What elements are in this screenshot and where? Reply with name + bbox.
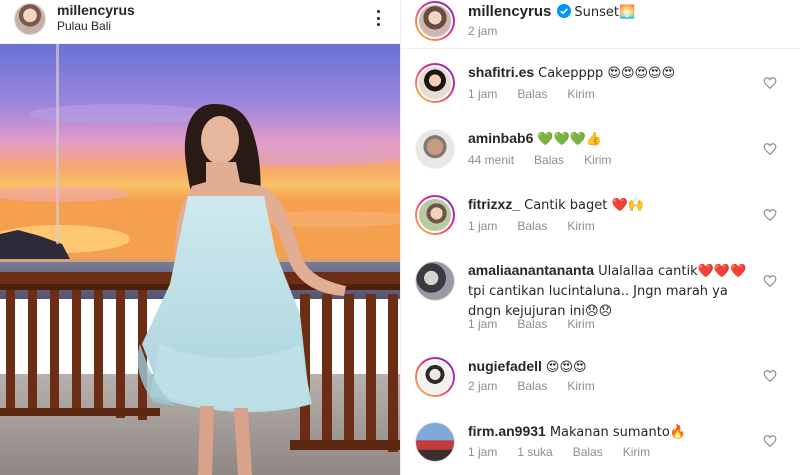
send-button[interactable]: Kirim <box>567 379 594 393</box>
comment-text: fitrizxz_ Cantik baget ❤️🙌 <box>468 195 758 215</box>
post-location[interactable]: Pulau Bali <box>57 19 111 33</box>
comment-username[interactable]: amaliaanantananta <box>468 262 594 278</box>
comment-text: aminbab6 💚💚💚👍 <box>468 129 758 149</box>
comment-avatar[interactable] <box>415 357 455 397</box>
comment-body: 😍😍😍 <box>545 360 587 375</box>
comment-username[interactable]: fitrizxz_ <box>468 196 520 212</box>
comment-body: 💚💚💚👍 <box>537 132 603 147</box>
reply-button[interactable]: Balas <box>517 87 547 101</box>
reply-button[interactable]: Balas <box>517 219 547 233</box>
comment-time: 1 jam <box>468 219 498 233</box>
heart-icon[interactable] <box>763 76 777 90</box>
more-options-icon[interactable] <box>370 8 386 28</box>
send-button[interactable]: Kirim <box>623 445 650 459</box>
post-photo[interactable] <box>0 44 400 475</box>
comment-time: 1 jam <box>468 445 498 459</box>
comment-username[interactable]: shafitri.es <box>468 64 534 80</box>
reply-button[interactable]: Balas <box>517 379 547 393</box>
post-panel: millencyrus Pulau Bali <box>0 0 400 475</box>
send-button[interactable]: Kirim <box>584 153 611 167</box>
author-avatar[interactable] <box>14 3 46 35</box>
caption-text: millencyrus Sunset🌅 <box>468 2 758 22</box>
comment-time: 1 jam <box>468 317 498 331</box>
comment-body: Cantik baget ❤️🙌 <box>524 198 644 213</box>
comment-avatar[interactable] <box>415 195 455 235</box>
comment-text: firm.an9931 Makanan sumanto🔥 <box>468 422 758 442</box>
comment-text: shafitri.es Cakepppp 😍😍😍😍😍 <box>468 63 758 83</box>
comment-username[interactable]: firm.an9931 <box>468 423 546 439</box>
comment-time: 44 menit <box>468 153 515 167</box>
caption-meta: 2 jam <box>468 24 517 38</box>
caption-divider <box>401 48 800 49</box>
comments-panel: millencyrus Sunset🌅 2 jam shafitri.es Cake… <box>400 0 800 475</box>
comment-meta: 44 menit Balas Kirim <box>468 153 631 167</box>
comment-body: Cakepppp 😍😍😍😍😍 <box>538 66 676 81</box>
comment-username[interactable]: aminbab6 <box>468 130 533 146</box>
send-button[interactable]: Kirim <box>567 87 594 101</box>
heart-icon[interactable] <box>763 274 777 288</box>
comment-likes[interactable]: 1 suka <box>517 445 552 459</box>
comment-avatar[interactable] <box>415 63 455 103</box>
heart-icon[interactable] <box>763 208 777 222</box>
comment-text: amaliaanantananta Ulalallaa cantik❤️❤️❤️ … <box>468 261 753 321</box>
comment-time: 2 jam <box>468 379 498 393</box>
reply-button[interactable]: Balas <box>534 153 564 167</box>
comment-avatar[interactable] <box>415 129 455 169</box>
send-button[interactable]: Kirim <box>567 317 594 331</box>
comment-meta: 1 jam Balas Kirim <box>468 219 615 233</box>
post-header: millencyrus Pulau Bali <box>0 0 400 44</box>
comment-meta: 1 jam Balas Kirim <box>468 317 615 331</box>
heart-icon[interactable] <box>763 434 777 448</box>
reply-button[interactable]: Balas <box>517 317 547 331</box>
send-button[interactable]: Kirim <box>567 219 594 233</box>
comment-meta: 2 jam Balas Kirim <box>468 379 615 393</box>
comment-avatar[interactable] <box>415 261 455 301</box>
caption-body: Sunset🌅 <box>574 5 636 20</box>
comment-avatar[interactable] <box>415 422 455 462</box>
sunset-photo <box>0 44 400 475</box>
comment-meta: 1 jam 1 suka Balas Kirim <box>468 445 670 459</box>
caption-time: 2 jam <box>468 24 498 38</box>
reply-button[interactable]: Balas <box>573 445 603 459</box>
comment-time: 1 jam <box>468 87 498 101</box>
caption-username[interactable]: millencyrus <box>468 3 551 20</box>
caption-avatar[interactable] <box>415 1 455 41</box>
verified-badge-icon <box>557 4 572 18</box>
comment-body: Makanan sumanto🔥 <box>549 425 686 440</box>
comment-text: nugiefadell 😍😍😍 <box>468 357 758 377</box>
comment-username[interactable]: nugiefadell <box>468 358 542 374</box>
heart-icon[interactable] <box>763 142 777 156</box>
author-username[interactable]: millencyrus <box>57 2 135 18</box>
heart-icon[interactable] <box>763 369 777 383</box>
comment-meta: 1 jam Balas Kirim <box>468 87 615 101</box>
